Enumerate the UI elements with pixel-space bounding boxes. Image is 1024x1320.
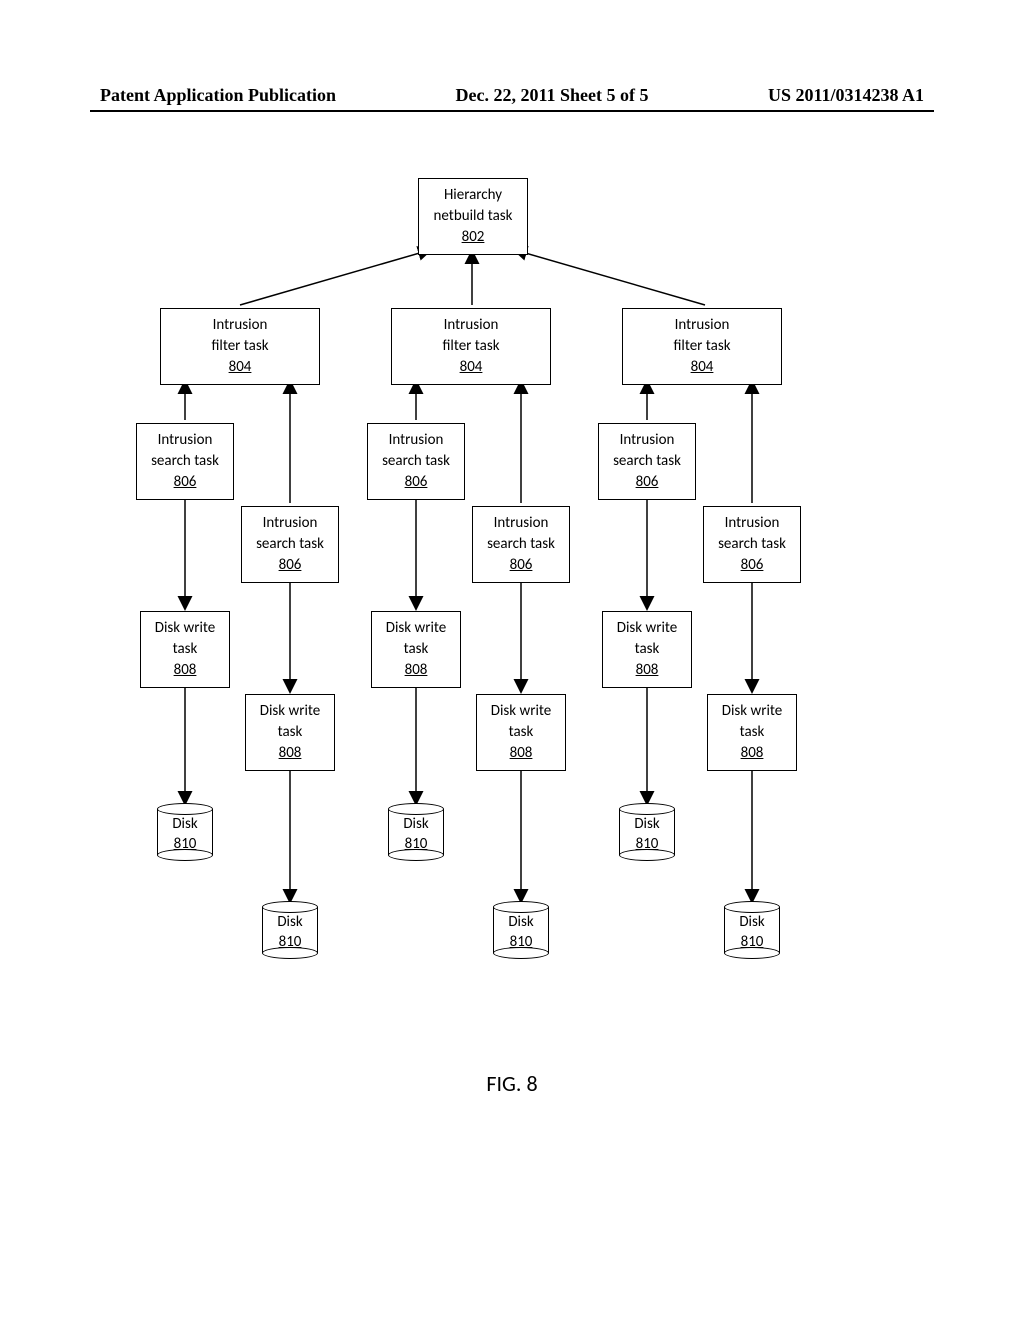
node-ref: 808 xyxy=(712,743,792,764)
node-line1: Intrusion xyxy=(246,513,334,534)
node-line1: Intrusion xyxy=(708,513,796,534)
page-header: Patent Application Publication Dec. 22, … xyxy=(0,85,1024,106)
node-ref: 808 xyxy=(250,743,330,764)
disk-cylinder: Disk 810 xyxy=(619,803,675,861)
node-line1: Hierarchy xyxy=(423,185,523,206)
node-ref: 808 xyxy=(607,660,687,681)
node-line1: Disk write xyxy=(376,618,456,639)
intrusion-search-task-box: Intrusion search task 806 xyxy=(472,506,570,583)
node-line1: Intrusion xyxy=(477,513,565,534)
node-line2: search task xyxy=(141,451,229,472)
disk-write-task-box: Disk write task 808 xyxy=(371,611,461,688)
disk-write-task-box: Disk write task 808 xyxy=(476,694,566,771)
figure-diagram: Hierarchy netbuild task 802 Intrusion fi… xyxy=(0,170,1024,1130)
node-line2: filter task xyxy=(165,336,315,357)
disk-write-task-box: Disk write task 808 xyxy=(707,694,797,771)
disk-cylinder: Disk 810 xyxy=(724,901,780,959)
node-line1: Disk xyxy=(619,815,675,835)
intrusion-filter-task-box: Intrusion filter task 804 xyxy=(391,308,551,385)
node-ref: 808 xyxy=(145,660,225,681)
node-line1: Disk xyxy=(724,913,780,933)
header-left: Patent Application Publication xyxy=(100,85,336,106)
node-ref: 804 xyxy=(627,357,777,378)
node-line2: search task xyxy=(372,451,460,472)
node-ref: 810 xyxy=(493,933,549,953)
node-line1: Intrusion xyxy=(603,430,691,451)
disk-cylinder: Disk 810 xyxy=(157,803,213,861)
node-line1: Disk write xyxy=(712,701,792,722)
node-line1: Disk write xyxy=(607,618,687,639)
node-line2: task xyxy=(607,639,687,660)
node-line2: netbuild task xyxy=(423,206,523,227)
disk-write-task-box: Disk write task 808 xyxy=(245,694,335,771)
disk-cylinder: Disk 810 xyxy=(262,901,318,959)
node-line2: search task xyxy=(603,451,691,472)
disk-cylinder: Disk 810 xyxy=(388,803,444,861)
disk-cylinder: Disk 810 xyxy=(493,901,549,959)
intrusion-search-task-box: Intrusion search task 806 xyxy=(136,423,234,500)
node-line1: Intrusion xyxy=(141,430,229,451)
node-line1: Intrusion xyxy=(372,430,460,451)
node-line2: task xyxy=(712,722,792,743)
node-ref: 806 xyxy=(603,472,691,493)
node-line1: Disk xyxy=(388,815,444,835)
header-rule xyxy=(90,110,934,112)
header-center: Dec. 22, 2011 Sheet 5 of 5 xyxy=(456,85,649,106)
node-ref: 806 xyxy=(246,555,334,576)
node-line1: Disk xyxy=(157,815,213,835)
node-line2: filter task xyxy=(627,336,777,357)
node-ref: 806 xyxy=(708,555,796,576)
intrusion-search-task-box: Intrusion search task 806 xyxy=(241,506,339,583)
node-line2: task xyxy=(376,639,456,660)
node-line2: task xyxy=(250,722,330,743)
node-line2: filter task xyxy=(396,336,546,357)
node-line2: task xyxy=(481,722,561,743)
node-line2: search task xyxy=(246,534,334,555)
intrusion-filter-task-box: Intrusion filter task 804 xyxy=(160,308,320,385)
intrusion-search-task-box: Intrusion search task 806 xyxy=(703,506,801,583)
node-line1: Disk write xyxy=(145,618,225,639)
node-ref: 804 xyxy=(396,357,546,378)
intrusion-filter-task-box: Intrusion filter task 804 xyxy=(622,308,782,385)
node-line2: task xyxy=(145,639,225,660)
disk-write-task-box: Disk write task 808 xyxy=(602,611,692,688)
node-line1: Intrusion xyxy=(165,315,315,336)
node-ref: 806 xyxy=(372,472,460,493)
node-ref: 810 xyxy=(157,835,213,855)
node-ref: 802 xyxy=(423,227,523,248)
node-ref: 810 xyxy=(262,933,318,953)
node-ref: 810 xyxy=(724,933,780,953)
node-line1: Disk xyxy=(262,913,318,933)
node-ref: 804 xyxy=(165,357,315,378)
header-right: US 2011/0314238 A1 xyxy=(768,85,924,106)
node-ref: 806 xyxy=(141,472,229,493)
node-ref: 806 xyxy=(477,555,565,576)
hierarchy-netbuild-task-box: Hierarchy netbuild task 802 xyxy=(418,178,528,255)
node-line2: search task xyxy=(708,534,796,555)
node-line1: Disk write xyxy=(250,701,330,722)
intrusion-search-task-box: Intrusion search task 806 xyxy=(367,423,465,500)
node-line1: Disk xyxy=(493,913,549,933)
node-ref: 810 xyxy=(619,835,675,855)
node-ref: 808 xyxy=(376,660,456,681)
node-ref: 810 xyxy=(388,835,444,855)
node-line1: Intrusion xyxy=(396,315,546,336)
intrusion-search-task-box: Intrusion search task 806 xyxy=(598,423,696,500)
figure-label: FIG. 8 xyxy=(0,1070,1024,1097)
node-line1: Disk write xyxy=(481,701,561,722)
node-line2: search task xyxy=(477,534,565,555)
node-line1: Intrusion xyxy=(627,315,777,336)
disk-write-task-box: Disk write task 808 xyxy=(140,611,230,688)
node-ref: 808 xyxy=(481,743,561,764)
